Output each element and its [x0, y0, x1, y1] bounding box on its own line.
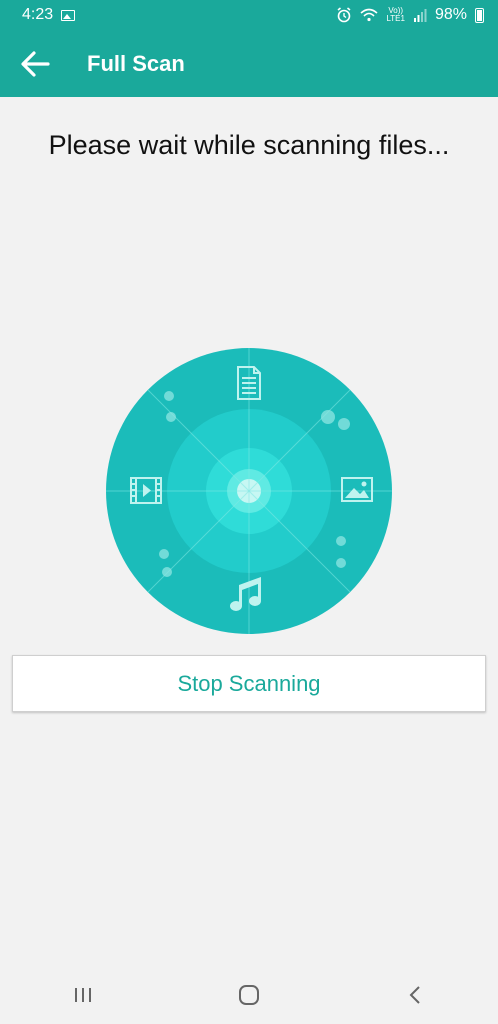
- lte-label: LTE1: [386, 14, 405, 23]
- chevron-left-icon: [409, 985, 420, 1004]
- gallery-notification-icon: [61, 9, 76, 21]
- status-bar: 4:23 Vo)) LTE1 98%: [0, 0, 498, 30]
- app-bar: Full Scan: [0, 30, 498, 97]
- alarm-icon: [337, 7, 351, 23]
- status-time: 4:23: [22, 6, 54, 23]
- arrow-left-icon: [21, 50, 50, 77]
- scan-status-message: Please wait while scanning files...: [48, 130, 450, 160]
- network-type: Vo)) LTE1: [386, 7, 405, 23]
- battery-icon: [475, 7, 484, 23]
- signal-icon: [413, 9, 427, 22]
- recent-apps-icon: [75, 987, 91, 1002]
- recent-apps-button[interactable]: [53, 970, 113, 1020]
- back-button[interactable]: [0, 30, 70, 97]
- wifi-icon: [360, 8, 378, 22]
- system-back-button[interactable]: [385, 970, 445, 1020]
- page-title: Full Scan: [87, 50, 185, 76]
- home-button[interactable]: [219, 970, 279, 1020]
- home-icon: [239, 984, 259, 1005]
- system-nav-bar: [0, 965, 498, 1024]
- battery-percent: 98%: [434, 6, 467, 23]
- stop-scanning-button[interactable]: Stop Scanning: [12, 655, 486, 712]
- scan-radar: [106, 348, 392, 634]
